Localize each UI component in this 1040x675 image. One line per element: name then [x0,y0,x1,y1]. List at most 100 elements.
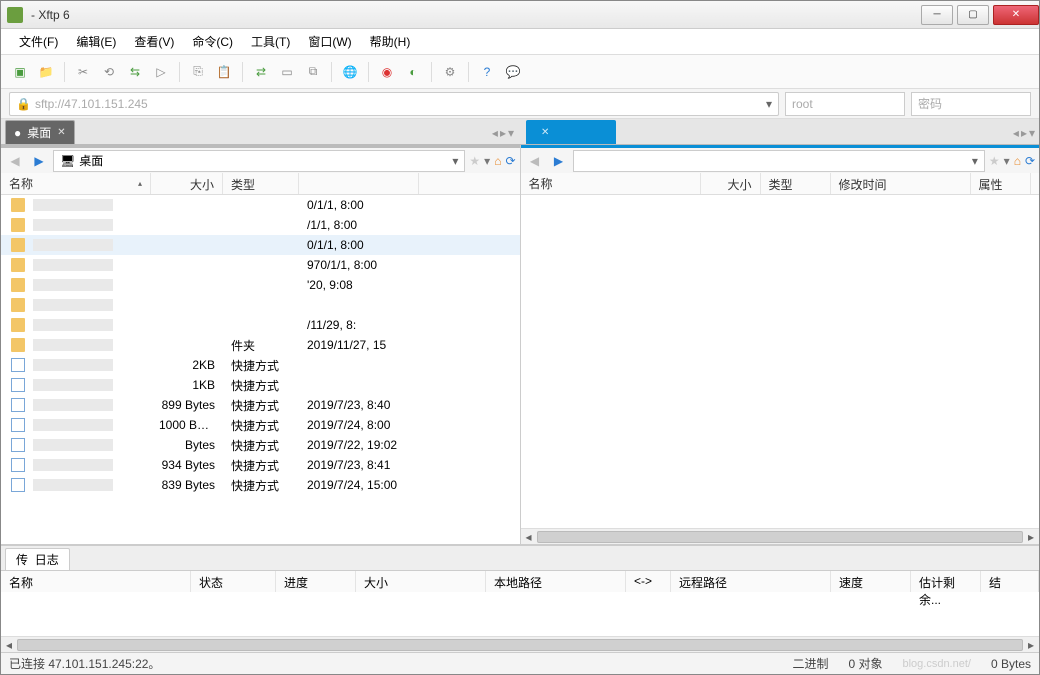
xshell-icon[interactable]: ◐ [402,61,424,83]
address-bar[interactable]: 🔒 sftp://47.101.151.245 ▾ [9,92,779,116]
table-row[interactable]: /1/1, 8:00 [1,215,520,235]
refresh-icon[interactable]: ⟳ [1025,154,1035,168]
menu-window[interactable]: 窗口(W) [300,30,359,53]
disconnect-icon[interactable]: ✂ [72,61,94,83]
open-folder-icon[interactable]: 📁 [35,61,57,83]
remote-path-input[interactable]: ▾ [573,150,985,172]
new-session-icon[interactable]: ▣ [9,61,31,83]
remote-file-list[interactable] [521,195,1040,528]
xcol-name[interactable]: 名称 [1,571,191,592]
app-icon [7,7,23,23]
reconnect-icon[interactable]: ⟲ [98,61,120,83]
close-button[interactable]: ✕ [993,5,1039,25]
transfer-list [1,592,1039,636]
tab-list-icon[interactable]: ▾ [1029,126,1035,140]
tab-next-icon[interactable]: ▸ [500,126,506,140]
tab-prev-icon[interactable]: ◂ [1013,126,1019,140]
table-row[interactable]: Bytes快捷方式2019/7/22, 19:02 [1,435,520,455]
table-row[interactable]: 899 Bytes快捷方式2019/7/23, 8:40 [1,395,520,415]
forward-icon[interactable]: ▶ [549,151,569,171]
window-title: - Xftp 6 [31,8,917,22]
table-row[interactable]: 0/1/1, 8:00 [1,195,520,215]
table-row[interactable]: 2KB快捷方式 [1,355,520,375]
tab-next-icon[interactable]: ▸ [1021,126,1027,140]
xcol-status[interactable]: 状态 [191,571,276,592]
remote-tab[interactable]: ✕ [526,120,616,144]
back-icon[interactable]: ◀ [5,151,25,171]
tab-prev-icon[interactable]: ◂ [492,126,498,140]
paste-icon[interactable]: 📋 [213,61,235,83]
table-row[interactable] [1,295,520,315]
table-row[interactable]: 839 Bytes快捷方式2019/7/24, 15:00 [1,475,520,495]
col-size[interactable]: 大小 [151,173,223,194]
gear-icon[interactable]: ⚙ [439,61,461,83]
help-icon[interactable]: ? [476,61,498,83]
local-file-list[interactable]: 0/1/1, 8:00/1/1, 8:000/1/1, 8:00970/1/1,… [1,195,520,544]
menu-tools[interactable]: 工具(T) [243,30,298,53]
xcol-rpath[interactable]: 远程路径 [671,571,831,592]
path-dropdown-icon[interactable]: ▾ [452,154,458,168]
menu-view[interactable]: 查看(V) [126,30,182,53]
col-size[interactable]: 大小 [701,173,761,194]
xcol-eta[interactable]: 估计剩余... [911,571,981,592]
hscrollbar[interactable]: ◂▸ [1,636,1039,652]
xcol-end[interactable]: 结 [981,571,1039,592]
minimize-button[interactable]: ─ [921,5,953,25]
close-tab-icon[interactable]: ✕ [541,127,549,138]
hscrollbar[interactable]: ◂▸ [521,528,1040,544]
xcol-progress[interactable]: 进度 [276,571,356,592]
back-icon[interactable]: ◀ [525,151,545,171]
close-tab-icon[interactable]: ✕ [57,127,65,138]
col-type[interactable]: 类型 [761,173,831,194]
table-row[interactable]: 970/1/1, 8:00 [1,255,520,275]
bookmark-icon[interactable]: ★ [989,154,1000,168]
table-row[interactable]: /11/29, 8: [1,315,520,335]
transfer-tab[interactable]: 传 日志 [5,548,70,570]
username-field[interactable]: root [785,92,905,116]
newfolder-icon[interactable]: ▭ [276,61,298,83]
copy-icon[interactable]: ⎘ [187,61,209,83]
xcol-size[interactable]: 大小 [356,571,486,592]
table-row[interactable]: 1000 Byt...快捷方式2019/7/24, 8:00 [1,415,520,435]
address-dropdown-icon[interactable]: ▾ [766,97,772,111]
table-row[interactable]: 件夹2019/11/27, 15 [1,335,520,355]
col-name[interactable]: 名称▴ [1,173,151,194]
tab-list-icon[interactable]: ▾ [508,126,514,140]
bookmark-icon[interactable]: ★ [469,154,480,168]
password-field[interactable]: 密码 [911,92,1031,116]
menu-help[interactable]: 帮助(H) [362,30,419,53]
menu-file[interactable]: 文件(F) [11,30,66,53]
xcol-speed[interactable]: 速度 [831,571,911,592]
local-tab[interactable]: ● 桌面 ✕ [5,120,75,144]
home-icon[interactable]: ⌂ [1014,154,1021,168]
status-bytes: 0 Bytes [991,657,1031,671]
col-date[interactable] [299,173,419,194]
swap-icon[interactable]: ⇄ [250,61,272,83]
sync-icon[interactable]: ⇆ [124,61,146,83]
xcol-dir[interactable]: <-> [626,571,671,592]
local-path-input[interactable]: 🖥 桌面 ▾ [53,150,465,172]
menu-command[interactable]: 命令(C) [184,30,241,53]
play-icon[interactable]: ▷ [150,61,172,83]
col-name[interactable]: 名称 [521,173,701,194]
address-text: sftp://47.101.151.245 [35,97,148,111]
home-icon[interactable]: ⌂ [494,154,501,168]
col-attr[interactable]: 属性 [971,173,1031,194]
table-row[interactable]: 0/1/1, 8:00 [1,235,520,255]
table-row[interactable]: 1KB快捷方式 [1,375,520,395]
menu-edit[interactable]: 编辑(E) [68,30,124,53]
maximize-button[interactable]: ▢ [957,5,989,25]
refresh-icon[interactable]: ⟳ [505,154,515,168]
col-date[interactable]: 修改时间 [831,173,971,194]
chat-icon[interactable]: 💬 [502,61,524,83]
path-dropdown-icon[interactable]: ▾ [972,154,978,168]
globe-icon[interactable]: 🌐 [339,61,361,83]
dup-icon[interactable]: ⧉ [302,61,324,83]
xcol-lpath[interactable]: 本地路径 [486,571,626,592]
forward-icon[interactable]: ▶ [29,151,49,171]
table-row[interactable]: '20, 9:08 [1,275,520,295]
local-path-text: 桌面 [79,152,103,169]
record-icon[interactable]: ◉ [376,61,398,83]
col-type[interactable]: 类型 [223,173,299,194]
table-row[interactable]: 934 Bytes快捷方式2019/7/23, 8:41 [1,455,520,475]
